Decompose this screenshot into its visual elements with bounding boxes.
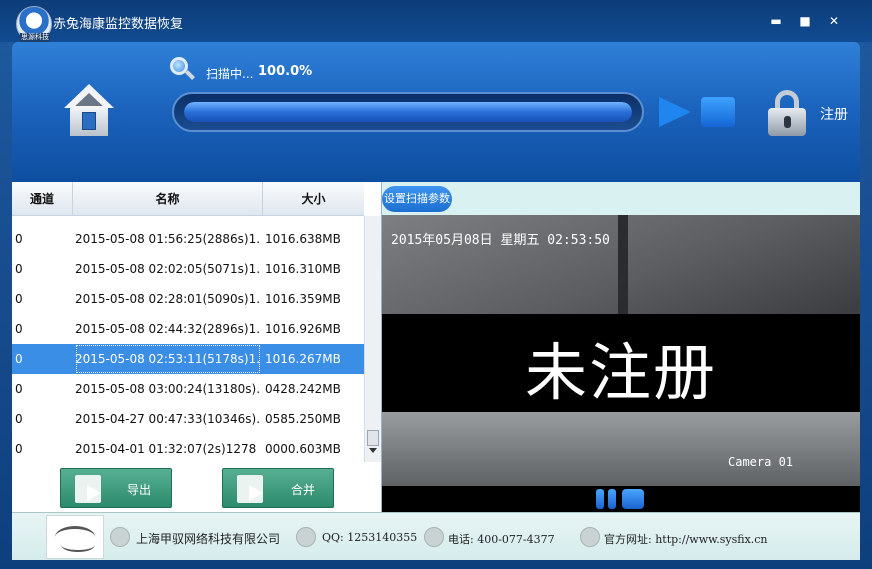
- cell-name: 2015-04-27 00:47:33(10346s)...: [75, 412, 261, 426]
- search-handle: [185, 70, 195, 80]
- pause-bar-left: [596, 489, 604, 509]
- header-panel: 扫描中... 100.0% 注册: [12, 42, 860, 182]
- table-row[interactable]: 0 2015-05-08 02:44:32(2896s)1... 1016.92…: [12, 314, 364, 344]
- list-header: 通道 名称 大小: [12, 182, 364, 216]
- playback-controls: [382, 486, 860, 512]
- play-icon[interactable]: [659, 97, 691, 127]
- progress-track: [184, 102, 632, 122]
- scan-progress-bar: [172, 92, 644, 132]
- cell-size: 0428.242MB: [265, 382, 341, 396]
- cell-size: 1016.926MB: [265, 322, 341, 336]
- pause-icon[interactable]: [596, 489, 618, 509]
- home-door: [82, 112, 96, 130]
- cell-channel: 0: [15, 442, 23, 456]
- table-row-selected[interactable]: 0 2015-05-08 02:53:11(5178s)1... 1016.26…: [12, 344, 364, 374]
- column-header-name[interactable]: 名称: [73, 182, 263, 216]
- cell-name: 2015-05-08 02:02:05(5071s)1...: [75, 262, 261, 276]
- footer-bar: 上海甲驭网络科技有限公司 QQ: 1253140355 电话: 400-077-…: [12, 512, 860, 560]
- cell-size: 0585.250MB: [265, 412, 341, 426]
- website-icon: [580, 527, 600, 547]
- progress-fill: [184, 102, 632, 122]
- lock-keyhole: [784, 116, 791, 128]
- video-scene-floor: [382, 411, 860, 486]
- file-list-panel: 通道 名称 大小 0 2015-05-08 01:56:25(2886s)1..…: [12, 182, 382, 512]
- scan-percent: 100.0%: [258, 64, 313, 79]
- company-name: 上海甲驭网络科技有限公司: [136, 532, 281, 546]
- home-button[interactable]: [64, 84, 114, 136]
- scan-settings-button[interactable]: 设置扫描参数: [382, 186, 452, 212]
- table-row[interactable]: 0 2015-04-27 00:47:33(10346s)... 0585.25…: [12, 404, 364, 434]
- cell-channel: 0: [15, 262, 23, 276]
- table-row[interactable]: 0 2015-05-08 02:28:01(5090s)1... 1016.35…: [12, 284, 364, 314]
- cell-channel: 0: [15, 232, 23, 246]
- cell-size: 1016.310MB: [265, 262, 341, 276]
- cell-channel: 0: [15, 322, 23, 336]
- cell-size: 1016.267MB: [265, 352, 341, 366]
- website-link[interactable]: 官方网址: http://www.sysfix.cn: [604, 531, 768, 547]
- phone-icon: [424, 527, 444, 547]
- phone-number: 电话: 400-077-4377: [448, 533, 555, 546]
- cell-name: 2015-05-08 03:00:24(13180s)...: [75, 382, 261, 396]
- table-row[interactable]: 0 2015-05-08 01:56:25(2886s)1... 1016.63…: [12, 224, 364, 254]
- table-row[interactable]: 0 2015-04-01 01:32:07(2s)1278 0000.603MB: [12, 434, 364, 464]
- video-preview: 2015年05月08日 星期五 02:53:50 未注册 Camera 01: [382, 215, 860, 486]
- video-scene-wall: [618, 215, 628, 315]
- close-button[interactable]: ✕: [826, 14, 842, 28]
- list-scrollbar[interactable]: [364, 216, 381, 462]
- scroll-down-icon[interactable]: [369, 448, 377, 453]
- cell-channel: 0: [15, 352, 23, 366]
- cell-name: 2015-05-08 02:53:11(5178s)1...: [75, 344, 261, 374]
- cell-channel: 0: [15, 382, 23, 396]
- app-logo-icon: 思源科技: [16, 6, 52, 42]
- merge-button[interactable]: 合并: [222, 468, 334, 508]
- scan-status-label: 扫描中...: [206, 67, 254, 81]
- scrollbar-thumb[interactable]: [367, 430, 379, 446]
- title-bar[interactable]: 思源科技 赤兔海康监控数据恢复 ▬ ■ ✕: [0, 0, 872, 42]
- merge-icon: [237, 475, 263, 503]
- stop-icon[interactable]: [701, 97, 735, 127]
- cell-name: 2015-05-08 01:56:25(2886s)1...: [75, 232, 261, 246]
- company-logo: [46, 515, 104, 559]
- qq-number: QQ: 1253140355: [322, 531, 418, 544]
- export-button[interactable]: 导出: [60, 468, 172, 508]
- horse-logo-stroke: [61, 538, 95, 552]
- pause-bar-right: [608, 489, 616, 509]
- export-icon: [75, 475, 101, 503]
- minimize-button[interactable]: ▬: [768, 14, 784, 28]
- cell-name: 2015-05-08 02:44:32(2896s)1...: [75, 322, 261, 336]
- stop-playback-icon[interactable]: [622, 489, 644, 509]
- cell-channel: 0: [15, 412, 23, 426]
- preview-panel: 设置扫描参数 2015年05月08日 星期五 02:53:50 未注册 Came…: [382, 182, 860, 512]
- cell-name: 2015-04-01 01:32:07(2s)1278: [75, 442, 257, 456]
- app-logo-brand: 思源科技: [20, 33, 50, 42]
- maximize-button[interactable]: ■: [797, 14, 813, 28]
- table-row[interactable]: 0 2015-05-08 03:00:24(13180s)... 0428.24…: [12, 374, 364, 404]
- cell-size: 1016.359MB: [265, 292, 341, 306]
- column-header-channel[interactable]: 通道: [12, 182, 73, 216]
- search-icon: [170, 57, 195, 81]
- merge-label: 合并: [291, 483, 316, 497]
- app-window: 思源科技 赤兔海康监控数据恢复 ▬ ■ ✕ 扫描中... 100.0% 注册 通…: [0, 0, 872, 569]
- table-row[interactable]: 0 2015-05-08 02:02:05(5071s)1... 1016.31…: [12, 254, 364, 284]
- company-icon: [110, 527, 130, 547]
- file-list: 0 2015-05-08 01:56:25(2886s)1... 1016.63…: [12, 224, 364, 464]
- cell-name: 2015-05-08 02:28:01(5090s)1...: [75, 292, 261, 306]
- export-label: 导出: [127, 483, 152, 497]
- window-title: 赤兔海康监控数据恢复: [53, 17, 184, 32]
- cell-channel: 0: [15, 292, 23, 306]
- cell-size: 0000.603MB: [265, 442, 341, 456]
- camera-label: Camera 01: [728, 455, 794, 469]
- qq-icon: [296, 527, 316, 547]
- register-button[interactable]: 注册: [820, 104, 848, 124]
- unregistered-watermark: 未注册: [524, 336, 717, 409]
- lock-icon[interactable]: [768, 90, 806, 136]
- column-header-size[interactable]: 大小: [263, 182, 364, 216]
- video-timestamp: 2015年05月08日 星期五 02:53:50: [391, 233, 610, 248]
- cell-size: 1016.638MB: [265, 232, 341, 246]
